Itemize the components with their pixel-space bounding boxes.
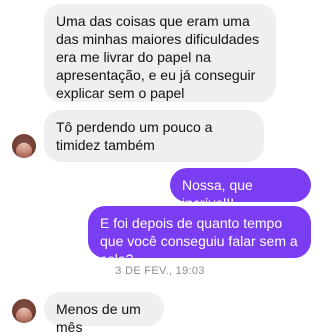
avatar-photo-icon [12,134,36,158]
message-bubble-incoming[interactable]: Menos de um mês [44,292,164,335]
message-bubble-outgoing[interactable]: Nossa, que incrível!! [170,168,311,211]
avatar-photo-icon [12,299,36,323]
message-bubble-incoming[interactable]: Tô perdendo um pouco a timidez também [44,110,264,162]
contact-avatar[interactable] [12,134,36,158]
message-bubble-incoming[interactable]: Uma das coisas que eram uma das minhas m… [44,4,276,102]
contact-avatar[interactable] [12,299,36,323]
conversation-timestamp: 3 DE FEV., 19:03 [115,265,205,277]
message-bubble-outgoing[interactable]: E foi depois de quanto tempo que você co… [88,206,311,267]
